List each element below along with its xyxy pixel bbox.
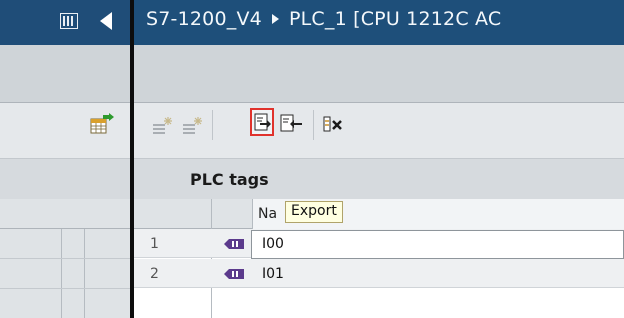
column-header-name-label: Na [258, 206, 278, 222]
tag-name[interactable]: I01 [262, 266, 284, 282]
breadcrumb-device[interactable]: PLC_1 [CPU 1212C AC [289, 8, 501, 30]
export-button[interactable] [250, 108, 274, 136]
divider [0, 258, 130, 259]
panel-layout-icon[interactable] [60, 13, 78, 29]
toolbar-separator [313, 110, 314, 140]
table-title-bar [0, 159, 624, 199]
export-icon [254, 113, 271, 131]
table-title: PLC tags [190, 170, 269, 189]
breadcrumb: S7-1200_V4 PLC_1 [CPU 1212C AC [146, 8, 501, 30]
breadcrumb-project[interactable]: S7-1200_V4 [146, 8, 262, 30]
tag-icon [224, 269, 244, 279]
insert-row-icon[interactable] [182, 115, 204, 135]
tag-name-field[interactable] [251, 230, 624, 259]
tag-name[interactable]: I00 [262, 236, 284, 252]
panel-splitter[interactable] [130, 0, 134, 318]
row-number: 2 [150, 266, 159, 282]
add-tag-icon[interactable] [152, 115, 174, 135]
table-export-icon[interactable] [89, 113, 115, 135]
toolbar-separator [212, 110, 213, 140]
tooltip: Export [285, 201, 343, 223]
collapse-arrow-icon[interactable] [100, 12, 112, 30]
editor-strip [0, 45, 624, 103]
delete-unused-icon[interactable] [322, 113, 346, 135]
import-icon[interactable] [280, 113, 304, 135]
breadcrumb-separator-icon [271, 13, 279, 24]
tag-icon [224, 239, 244, 249]
table-row[interactable] [134, 259, 624, 288]
divider [0, 288, 130, 289]
row-number: 1 [150, 236, 159, 252]
